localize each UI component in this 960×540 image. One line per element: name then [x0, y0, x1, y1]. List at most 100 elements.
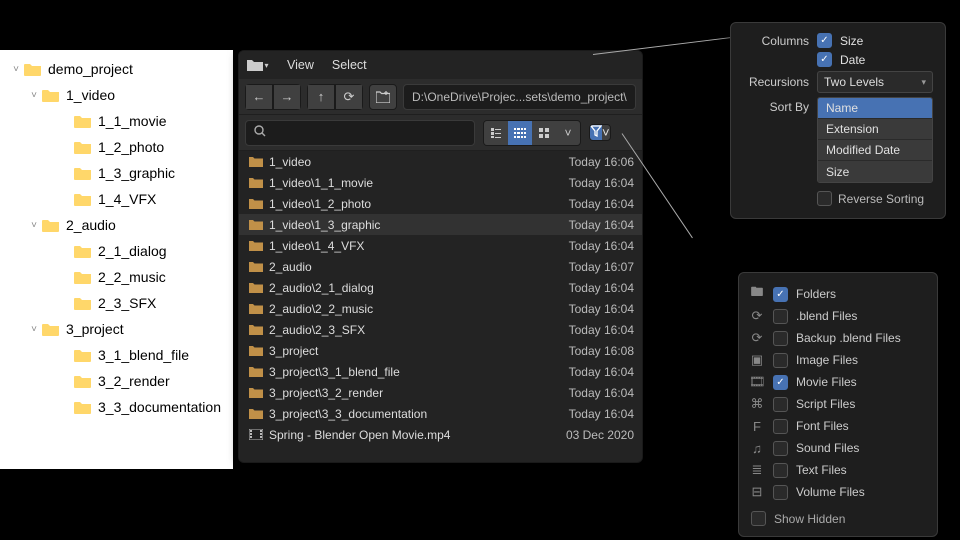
- filter-label: Font Files: [796, 419, 849, 433]
- file-name: 3_project\3_2_render: [269, 386, 569, 400]
- filter-checkbox[interactable]: [773, 331, 788, 346]
- sort-option[interactable]: Modified Date: [818, 140, 932, 161]
- sort-option[interactable]: Size: [818, 161, 932, 182]
- filter-label: Backup .blend Files: [796, 331, 901, 345]
- filter-checkbox[interactable]: [773, 441, 788, 456]
- tree-item[interactable]: 2_3_SFX: [4, 290, 229, 316]
- chevron-down-icon: ˅: [26, 324, 42, 335]
- file-row[interactable]: 1_video\1_2_photoToday 16:04: [239, 193, 642, 214]
- tree-item[interactable]: 2_1_dialog: [4, 238, 229, 264]
- tree-item[interactable]: 1_4_VFX: [4, 186, 229, 212]
- filter-row[interactable]: 🎞✓Movie Files: [749, 371, 927, 393]
- filter-row[interactable]: ⌘Script Files: [749, 393, 927, 415]
- tree-item[interactable]: 1_3_graphic: [4, 160, 229, 186]
- filter-toggle-button[interactable]: [590, 125, 602, 140]
- tree-item[interactable]: 2_2_music: [4, 264, 229, 290]
- file-date: Today 16:04: [569, 323, 634, 337]
- filter-checkbox[interactable]: [773, 353, 788, 368]
- recursions-dropdown[interactable]: Two Levels ▾: [817, 71, 933, 93]
- file-row[interactable]: 1_video\1_3_graphicToday 16:04: [239, 214, 642, 235]
- filter-checkbox[interactable]: ✓: [773, 375, 788, 390]
- file-name: 1_video: [269, 155, 569, 169]
- display-settings-button[interactable]: ˅: [556, 121, 580, 145]
- file-name: Spring - Blender Open Movie.mp4: [269, 428, 566, 442]
- file-row[interactable]: 2_audio\2_3_SFXToday 16:04: [239, 319, 642, 340]
- menu-view[interactable]: View: [287, 58, 314, 72]
- filter-row[interactable]: ▣Image Files: [749, 349, 927, 371]
- tree-item-label: 2_1_dialog: [98, 243, 167, 259]
- file-row[interactable]: 3_project\3_3_documentationToday 16:04: [239, 403, 642, 424]
- reverse-sorting-checkbox[interactable]: [817, 191, 832, 206]
- filter-row[interactable]: ≣Text Files: [749, 459, 927, 481]
- folder-icon: [74, 244, 92, 258]
- sort-option[interactable]: Extension: [818, 119, 932, 140]
- file-row[interactable]: 1_video\1_1_movieToday 16:04: [239, 172, 642, 193]
- folder-icon: [74, 192, 92, 206]
- sound-icon: ♫: [749, 441, 765, 456]
- tree-item[interactable]: 3_1_blend_file: [4, 342, 229, 368]
- filter-label: .blend Files: [796, 309, 857, 323]
- file-row[interactable]: 3_project\3_1_blend_fileToday 16:04: [239, 361, 642, 382]
- file-row[interactable]: 1_video\1_4_VFXToday 16:04: [239, 235, 642, 256]
- filter-checkbox[interactable]: [773, 309, 788, 324]
- filebrowser-icon[interactable]: ▾: [247, 55, 269, 75]
- filter-checkbox[interactable]: [773, 419, 788, 434]
- anno-line-settings: [593, 37, 732, 55]
- tree-item[interactable]: 1_1_movie: [4, 108, 229, 134]
- filter-row[interactable]: ♫Sound Files: [749, 437, 927, 459]
- path-field[interactable]: D:\OneDrive\Projec...sets\demo_project\: [403, 84, 636, 110]
- tree-item[interactable]: ˅2_audio: [4, 212, 229, 238]
- file-row[interactable]: 2_audio\2_1_dialogToday 16:04: [239, 277, 642, 298]
- filter-row[interactable]: 🖿✓Folders: [749, 283, 927, 305]
- tree-item-label: 1_4_VFX: [98, 191, 156, 207]
- display-horizontal-list-button[interactable]: [508, 121, 532, 145]
- tree-root[interactable]: ˅ demo_project: [4, 56, 229, 82]
- filter-settings-button[interactable]: ˅: [602, 125, 610, 140]
- tool-row: ˅ ˅: [239, 115, 642, 151]
- chevron-down-icon: ˅: [26, 220, 42, 231]
- filter-row[interactable]: ⊟Volume Files: [749, 481, 927, 503]
- filter-checkbox[interactable]: [773, 463, 788, 478]
- nav-refresh-button[interactable]: ⟳: [335, 84, 363, 110]
- nav-forward-button[interactable]: →: [273, 84, 301, 110]
- sort-option[interactable]: Name: [818, 98, 932, 119]
- nav-back-button[interactable]: ←: [245, 84, 273, 110]
- folder-icon: [247, 198, 265, 209]
- tree-item[interactable]: 3_3_documentation: [4, 394, 229, 420]
- filter-row[interactable]: ⟳Backup .blend Files: [749, 327, 927, 349]
- movie-icon: 🎞: [749, 374, 765, 390]
- filter-row[interactable]: ⟳ .blend Files: [749, 305, 927, 327]
- display-thumbnails-button[interactable]: [532, 121, 556, 145]
- arrow-3-project: [137, 386, 233, 387]
- columns-size-checkbox[interactable]: ✓: [817, 33, 832, 48]
- chevron-down-icon: ▾: [921, 77, 926, 88]
- file-row[interactable]: 1_videoToday 16:06: [239, 151, 642, 172]
- tree-item[interactable]: ˅1_video: [4, 82, 229, 108]
- menu-select[interactable]: Select: [332, 58, 367, 72]
- file-row[interactable]: 3_project\3_2_renderToday 16:04: [239, 382, 642, 403]
- search-input[interactable]: [245, 120, 475, 146]
- columns-date-checkbox[interactable]: ✓: [817, 52, 832, 67]
- file-row[interactable]: Spring - Blender Open Movie.mp403 Dec 20…: [239, 424, 642, 445]
- file-row[interactable]: 2_audio\2_2_musicToday 16:04: [239, 298, 642, 319]
- filter-checkbox[interactable]: [773, 397, 788, 412]
- tree-item[interactable]: 3_2_render: [4, 368, 229, 394]
- filter-checkbox[interactable]: [773, 485, 788, 500]
- nav-newfolder-button[interactable]: [369, 84, 397, 110]
- tree-item[interactable]: 1_2_photo: [4, 134, 229, 160]
- file-date: Today 16:08: [569, 344, 634, 358]
- filter-checkbox[interactable]: ✓: [773, 287, 788, 302]
- blend-icon: ⟳: [749, 308, 765, 324]
- folder-icon: [42, 322, 60, 336]
- show-hidden-checkbox[interactable]: [751, 511, 766, 526]
- tree-item[interactable]: ˅3_project: [4, 316, 229, 342]
- folder-icon: [247, 219, 265, 230]
- filter-row[interactable]: FFont Files: [749, 415, 927, 437]
- nav-parent-button[interactable]: ↑: [307, 84, 335, 110]
- file-date: Today 16:04: [569, 176, 634, 190]
- display-vertical-list-button[interactable]: [484, 121, 508, 145]
- file-name: 2_audio: [269, 260, 569, 274]
- file-date: Today 16:04: [569, 281, 634, 295]
- file-row[interactable]: 3_projectToday 16:08: [239, 340, 642, 361]
- file-row[interactable]: 2_audioToday 16:07: [239, 256, 642, 277]
